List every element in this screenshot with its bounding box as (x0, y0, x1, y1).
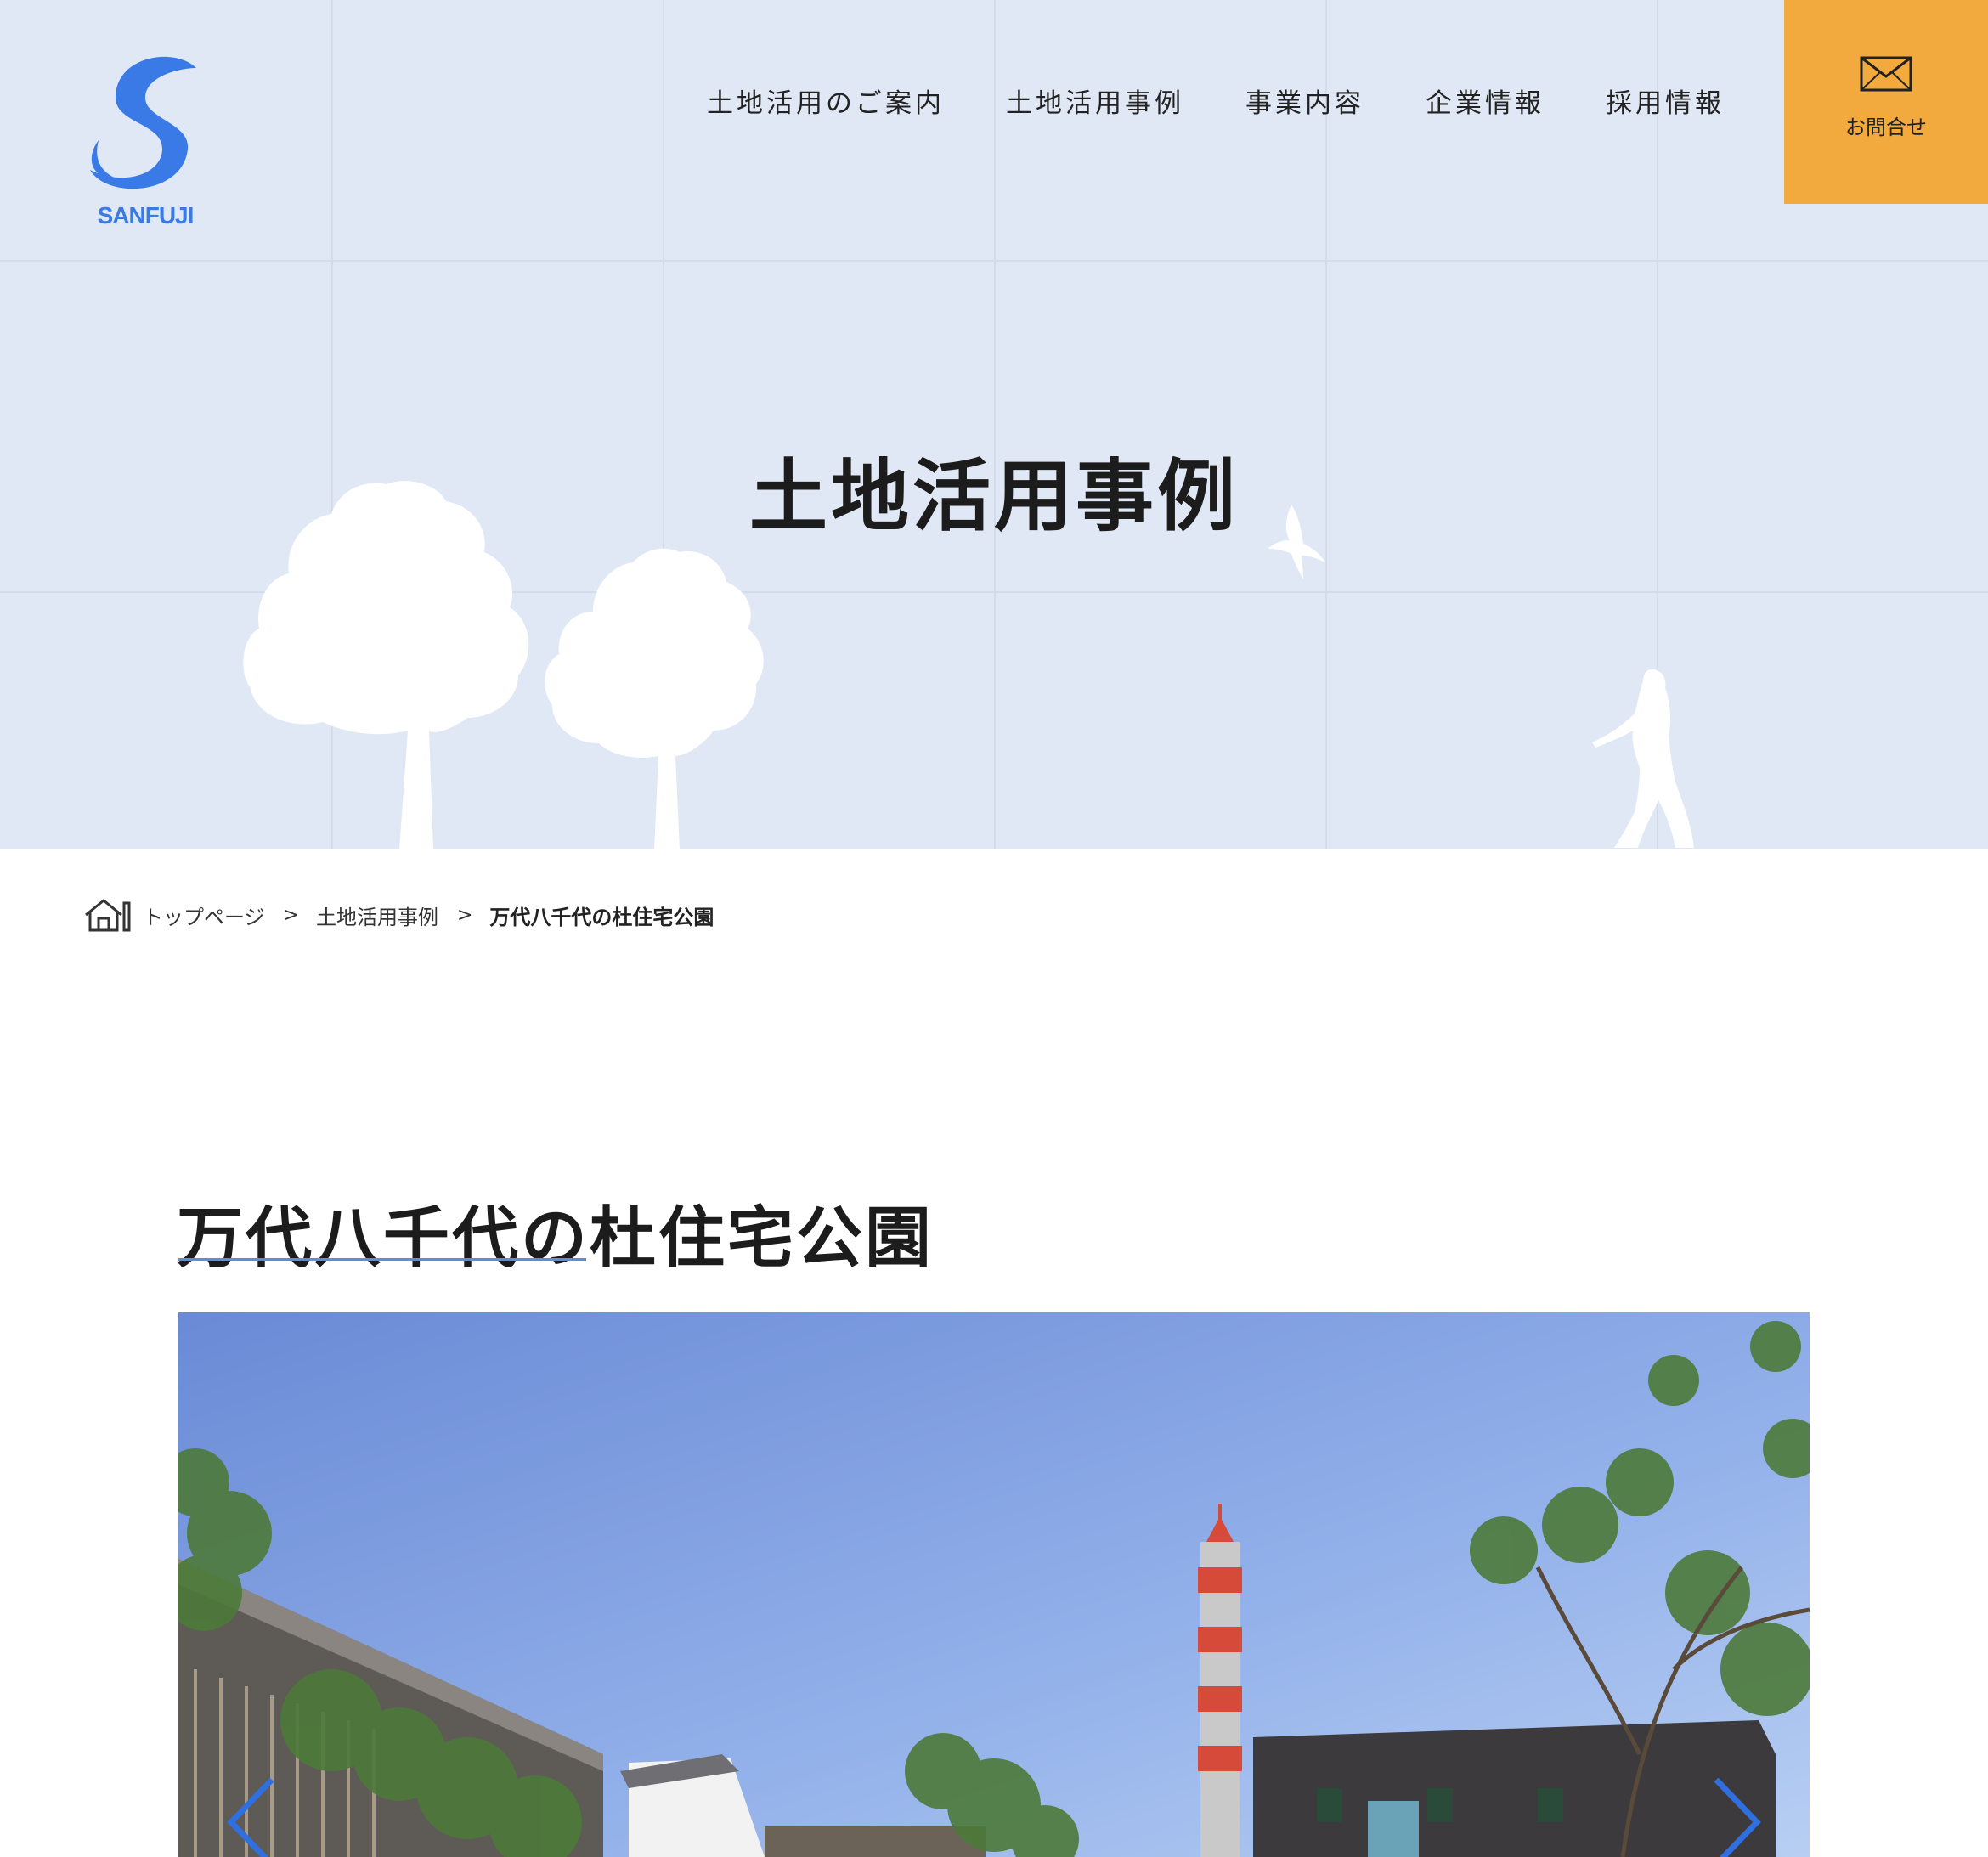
breadcrumb-top-page[interactable]: トップページ (143, 900, 265, 930)
nav-item-recruit[interactable]: 採用情報 (1606, 82, 1725, 120)
chevron-right-icon[interactable] (1708, 1771, 1767, 1857)
home-icon[interactable] (83, 898, 131, 932)
bird-silhouette (1268, 505, 1325, 579)
nav-item-land-use-cases[interactable]: 土地活用事例 (1006, 82, 1184, 120)
sanfuji-logo[interactable]: SANFUJI (82, 51, 209, 238)
nav-item-company[interactable]: 企業情報 (1426, 82, 1545, 120)
heading-divider (178, 1258, 586, 1261)
mail-icon (1860, 56, 1912, 92)
breadcrumb-land-use-cases[interactable]: 土地活用事例 (316, 900, 438, 930)
grid-line (1325, 0, 1327, 849)
nav-item-land-use-guide[interactable]: 土地活用のご案内 (707, 82, 945, 120)
photo-slider (178, 1312, 1810, 1857)
chevron-right-icon: > (456, 904, 473, 926)
grid-line (0, 260, 1988, 262)
main-nav: 土地活用のご案内 土地活用事例 事業内容 企業情報 採用情報 (707, 82, 1725, 120)
person-silhouette (1592, 669, 1694, 848)
breadcrumb-current: 万代八千代の杜住宅公園 (489, 905, 714, 929)
sanfuji-s-icon (90, 56, 196, 189)
contact-label: お問合せ (1845, 116, 1927, 139)
logo-text: SANFUJI (97, 202, 195, 229)
chevron-right-icon: > (283, 904, 299, 926)
breadcrumb: トップページ > 土地活用事例 > 万代八千代の杜住宅公園 (83, 895, 714, 935)
slide-photo (178, 1312, 1810, 1857)
page-title: 万代八千代の杜住宅公園 (177, 1199, 935, 1277)
nav-item-business[interactable]: 事業内容 (1245, 82, 1364, 120)
contact-button[interactable]: お問合せ (1784, 0, 1988, 204)
tree-silhouette (243, 481, 764, 849)
hero-banner: SANFUJI 土地活用のご案内 土地活用事例 事業内容 企業情報 採用情報 お… (0, 0, 1988, 849)
grid-line (994, 0, 996, 849)
chevron-left-icon[interactable] (221, 1771, 280, 1857)
